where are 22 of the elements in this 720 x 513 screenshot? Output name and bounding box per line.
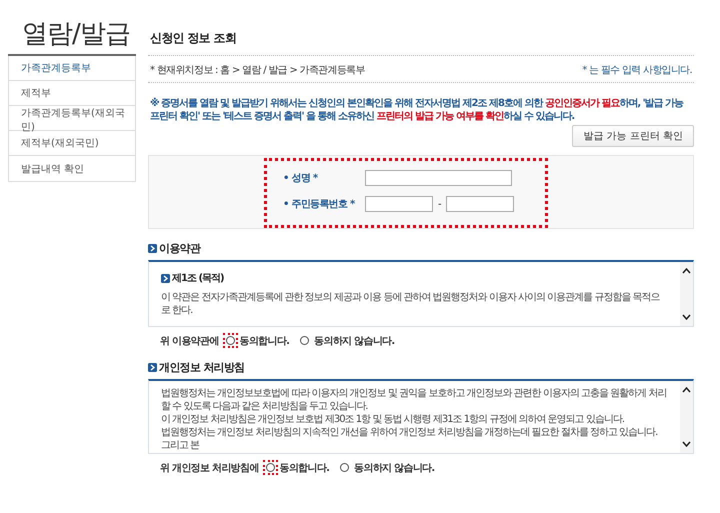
option-label: 동의합니다.	[240, 334, 290, 348]
article-heading: 제1조 (목적)	[172, 272, 224, 285]
option-label: 동의합니다.	[280, 462, 330, 474]
separator: -	[438, 198, 441, 210]
body-text: 이 약관은 전자가족관계등록에 관한 정보의 제공과 이용 등에 관하여 법원행정처와 이용자 사이의 이용관계를 규정함을 목적으로 한다.	[161, 291, 661, 317]
section-heading: 이용약관	[159, 241, 200, 256]
sidebar-item[interactable]: 가족관계등록부(재외국민)	[9, 106, 135, 131]
body-text: 법원행정처는 개인정보 처리방침의 지속적인 개선을 위하여 개인정보 처리방침을 개정하는데 필요한 절차를 정하고 있습니다. 그리고 본	[161, 426, 658, 452]
option-label: 동의하지 않습니다.	[354, 462, 434, 474]
consent-prompt: 위 개인정보 처리방침에	[160, 462, 259, 474]
field-label: • 성명 *	[283, 172, 319, 185]
body-text: 이 개인정보 처리방침은 개인정보 보호법 제30조 1항 및 동법 시행령 제31조 1항의 규정에 의하여 운영되고 있습니다.	[161, 413, 626, 426]
section-heading: 개인정보 처리방침	[159, 360, 245, 375]
consent-prompt: 위 이용약관에	[160, 334, 219, 348]
body-text: 법원행정처는 개인정보보호법에 따라 이용자의 개인정보 및 권익을 보호하고 개인정보와 관련한 이용자의 고충을 원활하게 처리할 수 있도록 다음과 같은 처리방침을 두고 있습니다.	[161, 387, 668, 413]
option-label: 동의하지 않습니다.	[314, 334, 394, 348]
required-note: * 는 필수 입력 사항입니다.	[582, 64, 692, 77]
field-label: • 주민등록번호 *	[283, 198, 356, 211]
printer-check-button[interactable]: 발급 가능 프린터 확인	[572, 125, 694, 147]
page-title: 신청인 정보 조회	[149, 30, 238, 47]
notice-text: ※ 증명서를 열람 및 발급받기 위해서는 신청인의 본인확인을 위해 전자서명법 제2조 제8호에 의한 공인인증서가 필요하며, '발급 가능 프린터 확인' 또는 '테스트 증명서 출력' 을 통해 소유하신 프린터의 발급 가능 여부를 확인하실 수 있습니다.	[150, 97, 684, 123]
breadcrumb: * 현재위치정보 : 홈 > 열람 / 발급 > 가족관계등록부	[150, 64, 365, 77]
